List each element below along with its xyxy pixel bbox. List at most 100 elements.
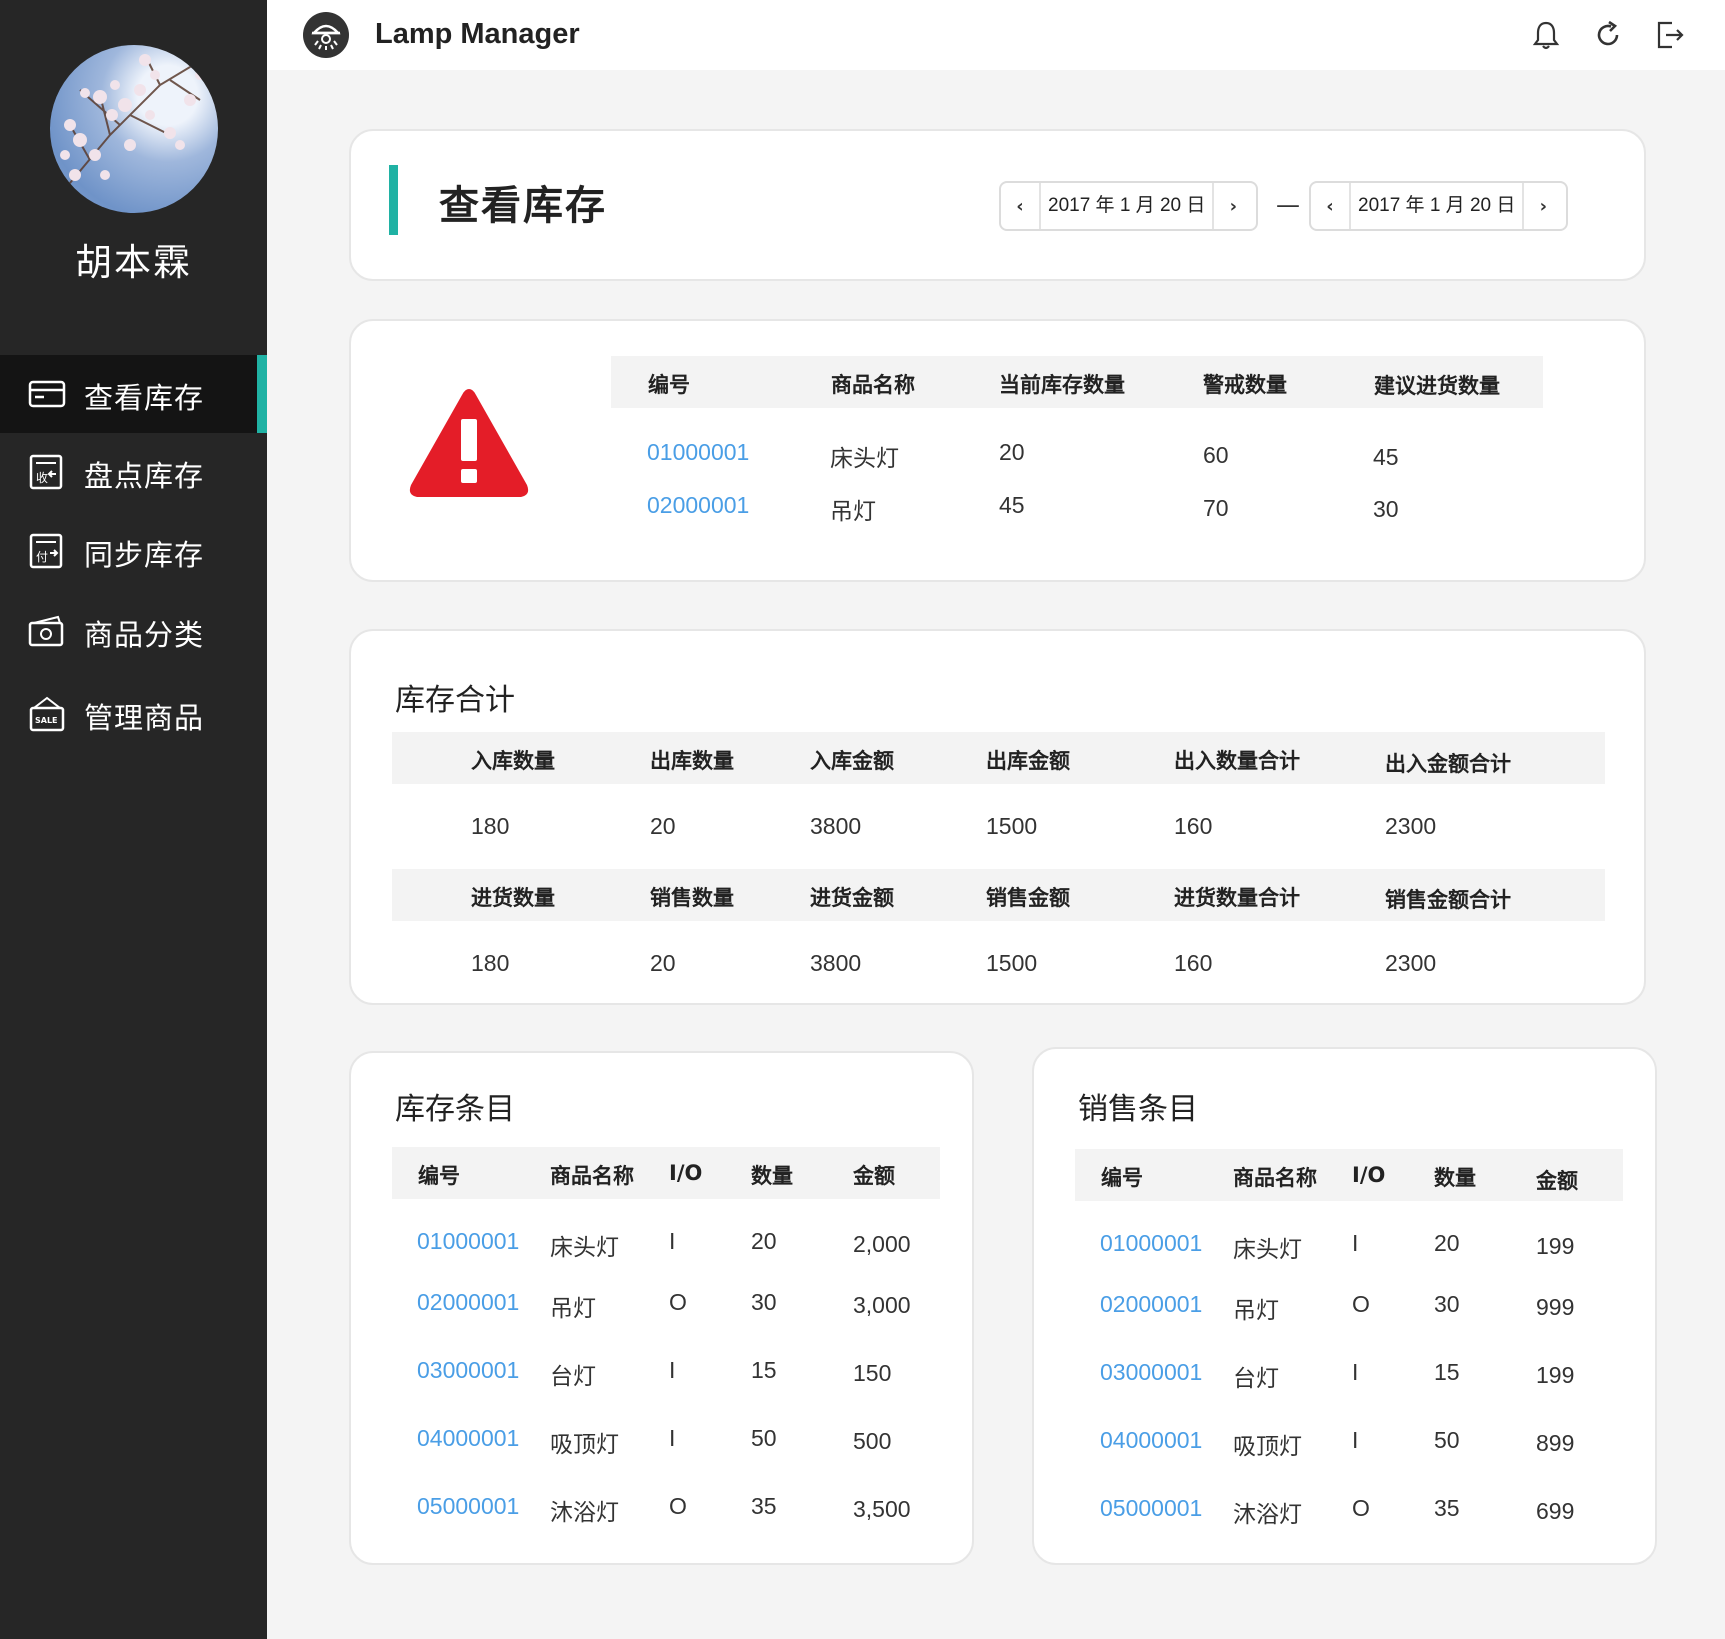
svg-text:付: 付 xyxy=(36,550,48,564)
card-icon xyxy=(28,380,66,408)
io-flag: I xyxy=(1352,1427,1359,1453)
date-from-prev-button[interactable]: ‹ xyxy=(1001,183,1039,229)
product-name: 吊灯 xyxy=(830,499,876,525)
logout-icon[interactable] xyxy=(1654,19,1686,51)
io-flag: O xyxy=(669,1289,687,1315)
date-to-value[interactable]: 2017 年 1 月 20 日 xyxy=(1349,183,1525,229)
warning-qty: 70 xyxy=(1203,495,1229,521)
column-header: 数量 xyxy=(751,1164,793,1188)
sales-entries-header: 编号 商品名称 I/O 数量 金额 xyxy=(1075,1149,1623,1201)
product-id-link[interactable]: 03000001 xyxy=(1100,1359,1202,1386)
cash-icon xyxy=(28,615,64,647)
column-header: 警戒数量 xyxy=(1203,373,1287,397)
io-flag: O xyxy=(1352,1291,1370,1317)
product-id-link[interactable]: 05000001 xyxy=(417,1493,519,1520)
product-name: 床头灯 xyxy=(1233,1237,1302,1263)
product-id-link[interactable]: 04000001 xyxy=(1100,1427,1202,1454)
column-header: 商品名称 xyxy=(831,373,915,397)
column-header: 数量 xyxy=(1434,1166,1476,1190)
product-id-link[interactable]: 02000001 xyxy=(647,492,749,519)
summary-value: 180 xyxy=(471,950,510,976)
quantity: 50 xyxy=(1434,1427,1460,1453)
amount: 999 xyxy=(1536,1294,1575,1320)
refresh-icon[interactable] xyxy=(1592,19,1624,51)
amount: 500 xyxy=(853,1428,892,1454)
column-header: 出库金额 xyxy=(986,749,1070,773)
summary-value: 1500 xyxy=(986,950,1038,976)
title-accent-bar xyxy=(389,165,398,235)
product-id-link[interactable]: 01000001 xyxy=(1100,1230,1202,1257)
svg-text:收: 收 xyxy=(36,471,48,485)
summary-value: 3800 xyxy=(810,950,862,976)
quantity: 15 xyxy=(1434,1359,1460,1385)
column-header: 商品名称 xyxy=(1233,1166,1317,1190)
svg-text:SALE: SALE xyxy=(35,716,58,725)
amount: 3,500 xyxy=(853,1496,911,1522)
column-header: 金额 xyxy=(853,1164,895,1188)
column-header: 入库数量 xyxy=(471,749,555,773)
column-header: 入库金额 xyxy=(810,749,894,773)
product-id-link[interactable]: 04000001 xyxy=(417,1425,519,1452)
sidebar-item-label: 商品分类 xyxy=(84,618,205,652)
product-name: 沐浴灯 xyxy=(1233,1502,1302,1528)
page-title: 查看库存 xyxy=(439,183,607,229)
current-stock: 20 xyxy=(999,439,1025,465)
summary-value: 2300 xyxy=(1385,813,1437,839)
sidebar-item-label: 查看库存 xyxy=(84,381,205,415)
receipt-in-icon: 收 xyxy=(29,454,63,490)
quantity: 20 xyxy=(1434,1230,1460,1256)
summary-value: 3800 xyxy=(810,813,862,839)
summary-header-row-1: 入库数量 出库数量 入库金额 出库金额 出入数量合计 出入金额合计 xyxy=(392,732,1605,784)
product-id-link[interactable]: 01000001 xyxy=(417,1228,519,1255)
product-name: 沐浴灯 xyxy=(550,1500,619,1526)
column-header: 编号 xyxy=(1101,1166,1143,1190)
amount: 899 xyxy=(1536,1430,1575,1456)
column-header: 当前库存数量 xyxy=(999,373,1125,397)
date-from-value[interactable]: 2017 年 1 月 20 日 xyxy=(1039,183,1215,229)
sidebar-item-label: 管理商品 xyxy=(84,701,205,735)
column-header: 出入金额合计 xyxy=(1385,752,1511,776)
column-header: 出库数量 xyxy=(650,749,734,773)
receipt-pay-icon: 付 xyxy=(29,533,63,569)
column-header: 进货数量 xyxy=(471,886,555,910)
header: Lamp Manager xyxy=(267,0,1725,70)
bell-icon[interactable] xyxy=(1530,19,1562,51)
summary-value: 20 xyxy=(650,950,676,976)
column-header: 销售金额 xyxy=(986,886,1070,910)
quantity: 50 xyxy=(751,1425,777,1451)
column-header: 编号 xyxy=(648,373,690,397)
product-id-link[interactable]: 01000001 xyxy=(647,439,749,466)
amount: 150 xyxy=(853,1360,892,1386)
date-to-picker: ‹ 2017 年 1 月 20 日 › xyxy=(1309,181,1568,231)
summary-value: 180 xyxy=(471,813,510,839)
quantity: 15 xyxy=(751,1357,777,1383)
sidebar-item-sync-stock[interactable]: 付 同步库存 xyxy=(0,512,267,590)
sidebar-item-categories[interactable]: 商品分类 xyxy=(0,592,267,670)
summary-value: 20 xyxy=(650,813,676,839)
column-header: 金额 xyxy=(1536,1169,1578,1193)
sidebar: 胡本霖 查看库存 收 盘点库存 付 同步库存 商品分类 SALE 管理商品 xyxy=(0,0,267,1639)
date-to-next-button[interactable]: › xyxy=(1524,183,1562,229)
stock-entries-card: 库存条目 编号 商品名称 I/O 数量 金额 01000001 床头灯 I 20 2,0… xyxy=(349,1051,974,1565)
sidebar-item-label: 同步库存 xyxy=(84,538,205,572)
section-title: 库存条目 xyxy=(395,1092,515,1127)
product-id-link[interactable]: 02000001 xyxy=(417,1289,519,1316)
stock-entries-header: 编号 商品名称 I/O 数量 金额 xyxy=(392,1147,940,1199)
product-name: 床头灯 xyxy=(830,446,899,472)
product-name: 吸顶灯 xyxy=(550,1432,619,1458)
column-header: 进货数量合计 xyxy=(1174,886,1300,910)
product-id-link[interactable]: 02000001 xyxy=(1100,1291,1202,1318)
date-from-next-button[interactable]: › xyxy=(1214,183,1252,229)
sidebar-item-manage-products[interactable]: SALE 管理商品 xyxy=(0,675,267,753)
summary-header-row-2: 进货数量 销售数量 进货金额 销售金额 进货数量合计 销售金额合计 xyxy=(392,869,1605,921)
date-from-picker: ‹ 2017 年 1 月 20 日 › xyxy=(999,181,1258,231)
current-stock: 45 xyxy=(999,492,1025,518)
product-id-link[interactable]: 05000001 xyxy=(1100,1495,1202,1522)
avatar[interactable] xyxy=(50,45,218,213)
sidebar-item-view-stock[interactable]: 查看库存 xyxy=(0,355,267,433)
summary-value: 2300 xyxy=(1385,950,1437,976)
product-id-link[interactable]: 03000001 xyxy=(417,1357,519,1384)
date-to-prev-button[interactable]: ‹ xyxy=(1311,183,1349,229)
summary-value: 1500 xyxy=(986,813,1038,839)
sidebar-item-stock-check[interactable]: 收 盘点库存 xyxy=(0,433,267,511)
